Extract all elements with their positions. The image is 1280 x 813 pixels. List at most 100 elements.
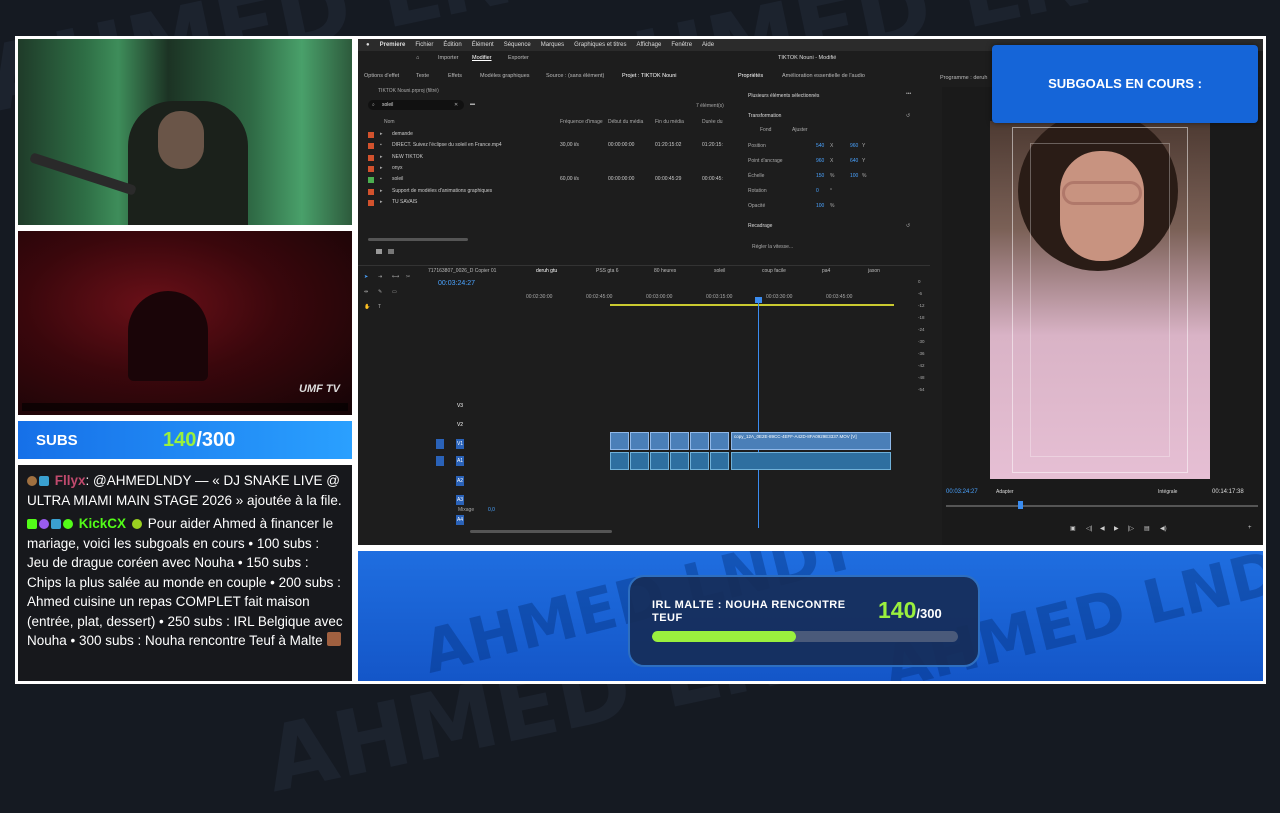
sequence-tab[interactable]: deruh gtu bbox=[536, 268, 557, 274]
slip-icon[interactable]: ⇹ bbox=[364, 289, 368, 295]
selection-tool-icon[interactable]: ➤ bbox=[364, 274, 368, 280]
menu-edition[interactable]: Édition bbox=[443, 42, 461, 48]
program-scrub-bar[interactable] bbox=[946, 505, 1258, 507]
program-scrub-head[interactable] bbox=[1018, 501, 1023, 509]
timeline-ruler[interactable]: 00:02:30:00 00:02:45:00 00:03:00:00 00:03:1… bbox=[526, 294, 894, 304]
rectangle-icon[interactable]: ▭ bbox=[392, 289, 397, 295]
video-progress-bar[interactable] bbox=[22, 403, 348, 411]
property-value[interactable]: 100 bbox=[850, 173, 858, 179]
audio-clip[interactable] bbox=[650, 452, 669, 470]
label-color-swatch[interactable] bbox=[368, 132, 374, 138]
ajuster-button[interactable]: Ajuster bbox=[792, 127, 808, 133]
property-value[interactable]: 540 bbox=[816, 143, 824, 149]
folder-icon[interactable]: ▬ bbox=[470, 101, 475, 107]
tab-effect-options[interactable]: Options d'effet bbox=[364, 73, 399, 79]
quality-dropdown[interactable]: Intégrale bbox=[1158, 489, 1177, 495]
menu-marques[interactable]: Marques bbox=[541, 42, 564, 48]
menu-fichier[interactable]: Fichier bbox=[415, 42, 433, 48]
file-row[interactable]: ▸ TU SAVAIS bbox=[362, 197, 730, 208]
source-patch-v1[interactable] bbox=[436, 439, 444, 449]
col-end[interactable]: Fin du média bbox=[655, 119, 684, 125]
pen-icon[interactable]: ✎ bbox=[378, 289, 382, 295]
file-row[interactable]: ▪ DIRECT. Suivez l'éclipse du soleil en F… bbox=[362, 140, 730, 151]
recadrage-header[interactable]: Recadrage bbox=[748, 223, 772, 229]
chat-username[interactable]: Fllyx bbox=[55, 473, 86, 488]
menu-aide[interactable]: Aide bbox=[702, 42, 714, 48]
video-clip[interactable] bbox=[650, 432, 669, 450]
razor-icon[interactable]: ✂ bbox=[406, 274, 410, 280]
video-clip[interactable] bbox=[710, 432, 729, 450]
audio-clip[interactable] bbox=[670, 452, 689, 470]
menu-sequence[interactable]: Séquence bbox=[504, 42, 531, 48]
timeline-scrollbar[interactable] bbox=[470, 530, 612, 533]
transform-header[interactable]: Transformation bbox=[748, 113, 781, 119]
video-clip[interactable] bbox=[670, 432, 689, 450]
icon-view-icon[interactable] bbox=[388, 249, 394, 254]
col-fps[interactable]: Fréquence d'image bbox=[560, 119, 603, 125]
sequence-tab[interactable]: 717163807_0026_D Copier 01 bbox=[428, 268, 496, 274]
source-patch-a1[interactable] bbox=[436, 456, 444, 466]
audio-track-label[interactable]: A2 bbox=[456, 475, 464, 486]
tab-modifier[interactable]: Modifier bbox=[472, 55, 492, 61]
text-tool-icon[interactable]: T bbox=[378, 304, 381, 310]
sequence-tab[interactable]: pa4 bbox=[822, 268, 830, 274]
property-value[interactable]: 640 bbox=[850, 158, 858, 164]
tab-texte[interactable]: Texte bbox=[416, 73, 429, 79]
reset-icon[interactable]: ↺ bbox=[906, 113, 910, 119]
audio-clip[interactable] bbox=[731, 452, 891, 470]
program-monitor-label[interactable]: Programme : deruh bbox=[940, 75, 987, 81]
file-row[interactable]: ▸ NEW TIKTOK bbox=[362, 152, 730, 163]
tab-effets[interactable]: Effets bbox=[448, 73, 462, 79]
camera-icon[interactable]: ▣ bbox=[1070, 525, 1076, 532]
audio-clip[interactable] bbox=[630, 452, 649, 470]
ripple-edit-icon[interactable]: ⟷ bbox=[392, 274, 399, 280]
track-select-icon[interactable]: ⇥ bbox=[378, 274, 382, 280]
col-duration[interactable]: Durée du bbox=[702, 119, 723, 125]
audio-clip[interactable] bbox=[710, 452, 729, 470]
property-value[interactable]: 960 bbox=[816, 158, 824, 164]
play-icon[interactable]: ▶ bbox=[1114, 525, 1119, 532]
label-color-swatch[interactable] bbox=[368, 143, 374, 150]
file-row[interactable]: ▸ onyx bbox=[362, 163, 730, 174]
video-track-label[interactable]: V1 bbox=[456, 439, 464, 449]
sequence-tab[interactable]: PSS gta 6 bbox=[596, 268, 619, 274]
step-forward-icon[interactable]: |▷ bbox=[1128, 525, 1134, 532]
tab-modeles[interactable]: Modèles graphiques bbox=[480, 73, 530, 79]
reset-icon[interactable]: ↺ bbox=[906, 223, 910, 229]
safe-margins-icon[interactable]: ▤ bbox=[1144, 525, 1150, 532]
property-value[interactable]: 150 bbox=[816, 173, 824, 179]
property-value[interactable]: 0 bbox=[816, 188, 819, 194]
file-row[interactable]: ▸ Support de modèles d'animations graphiq… bbox=[362, 186, 730, 197]
audio-track-label[interactable]: A4 bbox=[456, 514, 464, 525]
video-clip[interactable] bbox=[630, 432, 649, 450]
tab-proprietes[interactable]: Propriétés bbox=[738, 73, 763, 79]
video-track-label[interactable]: V3 bbox=[456, 401, 464, 411]
fond-button[interactable]: Fond bbox=[760, 127, 771, 133]
label-color-swatch[interactable] bbox=[368, 154, 374, 161]
menu-premiere[interactable]: Premiere bbox=[380, 42, 406, 48]
tab-source[interactable]: Source : (sans élément) bbox=[546, 73, 604, 79]
apple-icon[interactable]: ● bbox=[366, 42, 370, 48]
video-clip[interactable] bbox=[690, 432, 709, 450]
property-value[interactable]: 960 bbox=[850, 143, 858, 149]
video-clip[interactable]: copy_12A_0E2E-89CC-4EFF-A42D-8FA0929E333… bbox=[731, 432, 891, 450]
file-row[interactable]: ▸ demande bbox=[362, 129, 730, 140]
audio-track-label[interactable]: A1 bbox=[456, 456, 464, 466]
playhead[interactable] bbox=[758, 298, 759, 528]
fit-dropdown[interactable]: Adapter bbox=[996, 489, 1014, 495]
home-icon[interactable]: ⌂ bbox=[416, 55, 419, 61]
col-nom[interactable]: Nom bbox=[384, 119, 395, 125]
rewind-icon[interactable]: ◀ bbox=[1100, 525, 1105, 532]
chat-username[interactable]: KickCX bbox=[79, 516, 126, 531]
menu-fenetre[interactable]: Fenêtre bbox=[671, 42, 692, 48]
list-view-icon[interactable] bbox=[376, 249, 382, 254]
timeline-timecode[interactable]: 00:03:24:27 bbox=[438, 280, 475, 287]
tab-audio[interactable]: Amélioration essentielle de l'audio bbox=[782, 73, 865, 79]
label-color-swatch[interactable] bbox=[368, 199, 374, 206]
menu-affichage[interactable]: Affichage bbox=[636, 42, 661, 48]
volume-icon[interactable]: ◀) bbox=[1160, 525, 1167, 532]
step-back-icon[interactable]: ◁| bbox=[1086, 525, 1092, 532]
sequence-tab[interactable]: soleil bbox=[714, 268, 725, 274]
menu-element[interactable]: Élément bbox=[472, 42, 494, 48]
sequence-tab[interactable]: coup facile bbox=[762, 268, 786, 274]
